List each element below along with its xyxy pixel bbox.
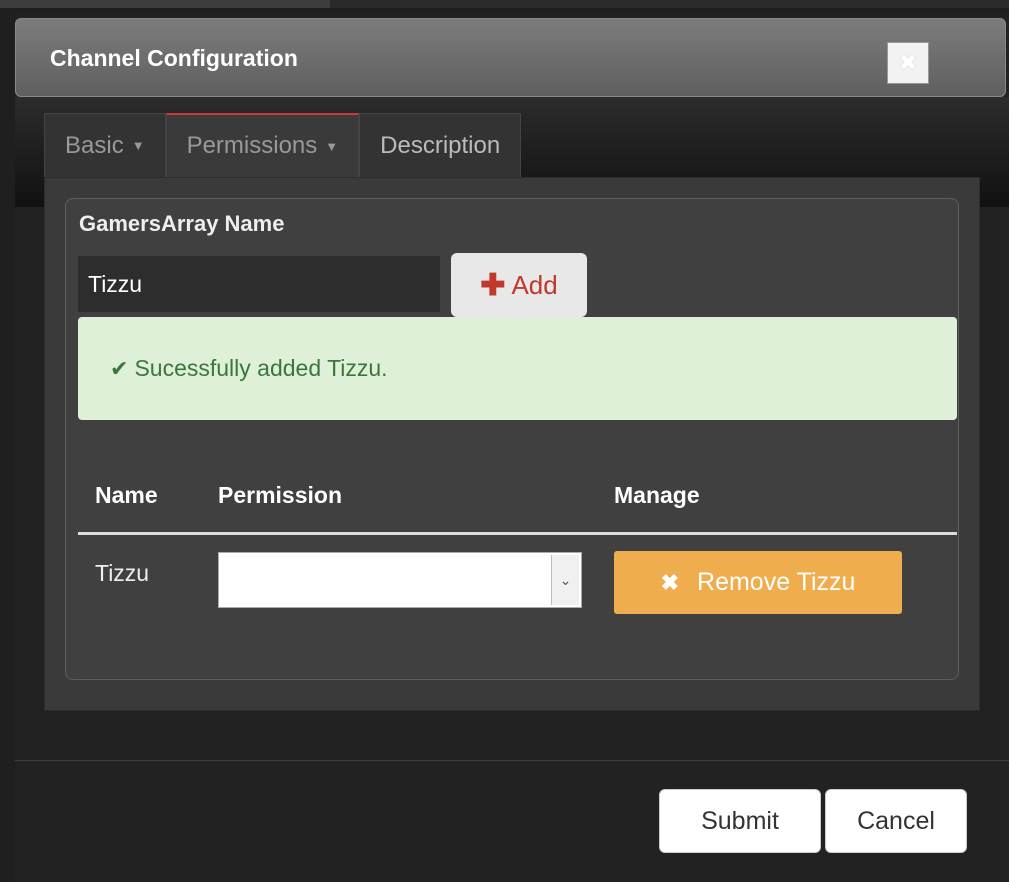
remove-icon: ✖ — [660, 569, 680, 595]
check-icon: ✔ — [110, 355, 129, 381]
close-icon: ✖ — [898, 50, 918, 75]
chevron-down-icon: ⌄ — [551, 555, 579, 605]
caret-down-icon: ▼ — [325, 138, 339, 154]
row-name-cell: Tizzu — [95, 560, 150, 586]
background-strip-light — [0, 0, 330, 8]
tab-basic[interactable]: Basic ▼ — [44, 113, 166, 177]
cancel-button[interactable]: Cancel — [825, 789, 967, 853]
channel-config-modal: Channel Configuration ✖ Basic ▼ Permissi… — [15, 15, 1009, 882]
plus-icon: ✚ — [480, 268, 506, 302]
remove-user-button[interactable]: ✖ Remove Tizzu — [614, 551, 902, 614]
add-button-label: Add — [511, 269, 558, 300]
column-header-permission: Permission — [218, 482, 342, 508]
tab-permissions-label: Permissions — [186, 132, 318, 159]
background-strip-mid — [330, 0, 400, 8]
background-strip — [0, 0, 1009, 8]
tab-basic-label: Basic — [65, 131, 124, 159]
close-button[interactable]: ✖ — [887, 42, 929, 84]
tab-description[interactable]: Description — [359, 113, 522, 177]
gamer-name-label: GamersArray Name — [79, 211, 285, 236]
modal-footer-divider — [15, 760, 1009, 761]
submit-button[interactable]: Submit — [659, 789, 821, 853]
tab-bar: Basic ▼ Permissions ▼ Description — [44, 113, 522, 177]
column-header-name: Name — [95, 482, 158, 508]
permission-select[interactable]: ⌄ — [218, 552, 582, 608]
remove-button-label: Remove Tizzu — [697, 568, 856, 596]
modal-title: Channel Configuration — [50, 45, 298, 71]
column-header-manage: Manage — [614, 482, 700, 508]
success-message: Sucessfully added Tizzu. — [134, 355, 388, 381]
gamer-name-input[interactable] — [78, 256, 440, 312]
permissions-panel: GamersArray Name ✚ Add ✔ Sucessfully add… — [65, 198, 959, 680]
add-button[interactable]: ✚ Add — [451, 253, 587, 317]
table-header-divider — [78, 532, 957, 535]
caret-down-icon: ▼ — [131, 138, 145, 153]
tab-permissions[interactable]: Permissions ▼ — [165, 113, 360, 177]
modal-header: Channel Configuration ✖ — [15, 18, 1006, 97]
permissions-tab-pane: GamersArray Name ✚ Add ✔ Sucessfully add… — [44, 177, 980, 711]
success-alert: ✔ Sucessfully added Tizzu. — [78, 317, 957, 420]
tab-description-label: Description — [380, 131, 501, 159]
